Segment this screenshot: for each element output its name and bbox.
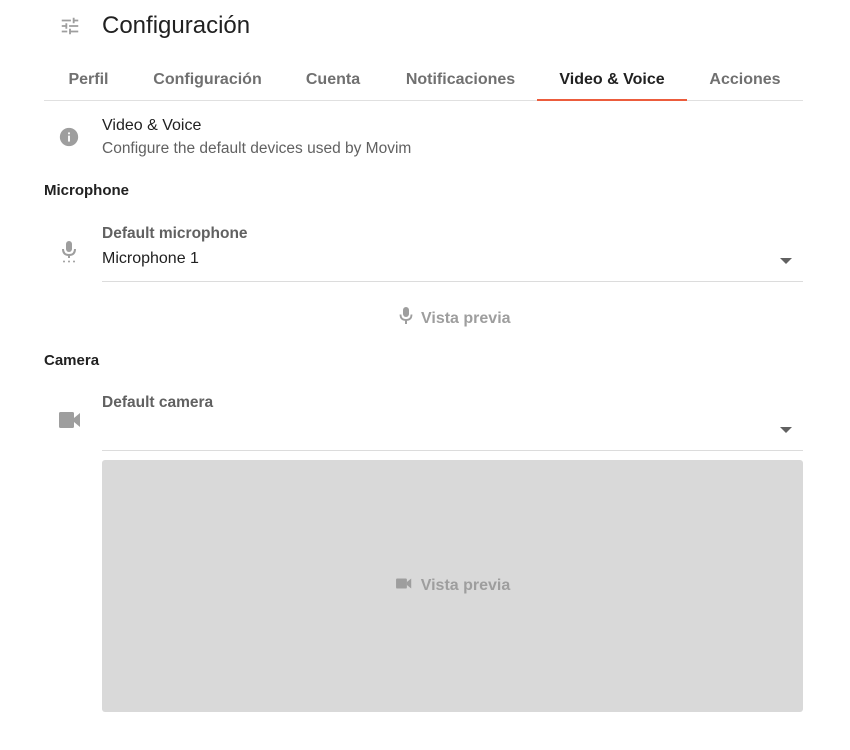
- tab-perfil[interactable]: Perfil: [44, 60, 133, 100]
- default-microphone-value: Microphone 1: [102, 250, 199, 267]
- tab-video-voice[interactable]: Video & Voice: [537, 60, 687, 101]
- camera-preview-label: Vista previa: [420, 577, 511, 594]
- camera-preview-button[interactable]: Vista previa: [395, 577, 511, 595]
- tab-configuracion[interactable]: Configuración: [133, 60, 282, 100]
- microphone-field-underline: [102, 281, 803, 282]
- videocam-icon: [58, 411, 82, 429]
- default-microphone-label: Default microphone: [102, 225, 248, 242]
- camera-field-underline: [102, 450, 803, 451]
- info-title: Video & Voice: [102, 117, 202, 134]
- mic-icon: [399, 306, 413, 331]
- default-camera-label: Default camera: [102, 394, 214, 411]
- tab-bar: Perfil Configuración Cuenta Notificacion…: [44, 60, 803, 101]
- videocam-icon: [395, 577, 413, 595]
- page-title: Configuración: [102, 12, 251, 39]
- tune-icon: [59, 15, 81, 37]
- info-icon: [58, 126, 80, 148]
- default-microphone-select[interactable]: Microphone 1: [102, 248, 803, 278]
- chevron-down-icon: [780, 427, 792, 433]
- mic-settings-icon: [59, 240, 79, 264]
- tab-notificaciones[interactable]: Notificaciones: [384, 60, 537, 100]
- camera-preview-area[interactable]: Vista previa: [102, 460, 803, 712]
- chevron-down-icon: [780, 258, 792, 264]
- microphone-preview-button[interactable]: Vista previa: [399, 306, 511, 331]
- default-camera-select[interactable]: [102, 418, 803, 448]
- microphone-section-label: Microphone: [44, 182, 129, 199]
- tab-cuenta[interactable]: Cuenta: [282, 60, 384, 100]
- camera-section-label: Camera: [44, 352, 100, 369]
- microphone-preview-label: Vista previa: [421, 309, 511, 327]
- info-subtitle: Configure the default devices used by Mo…: [102, 140, 412, 157]
- tab-acciones[interactable]: Acciones: [687, 60, 803, 100]
